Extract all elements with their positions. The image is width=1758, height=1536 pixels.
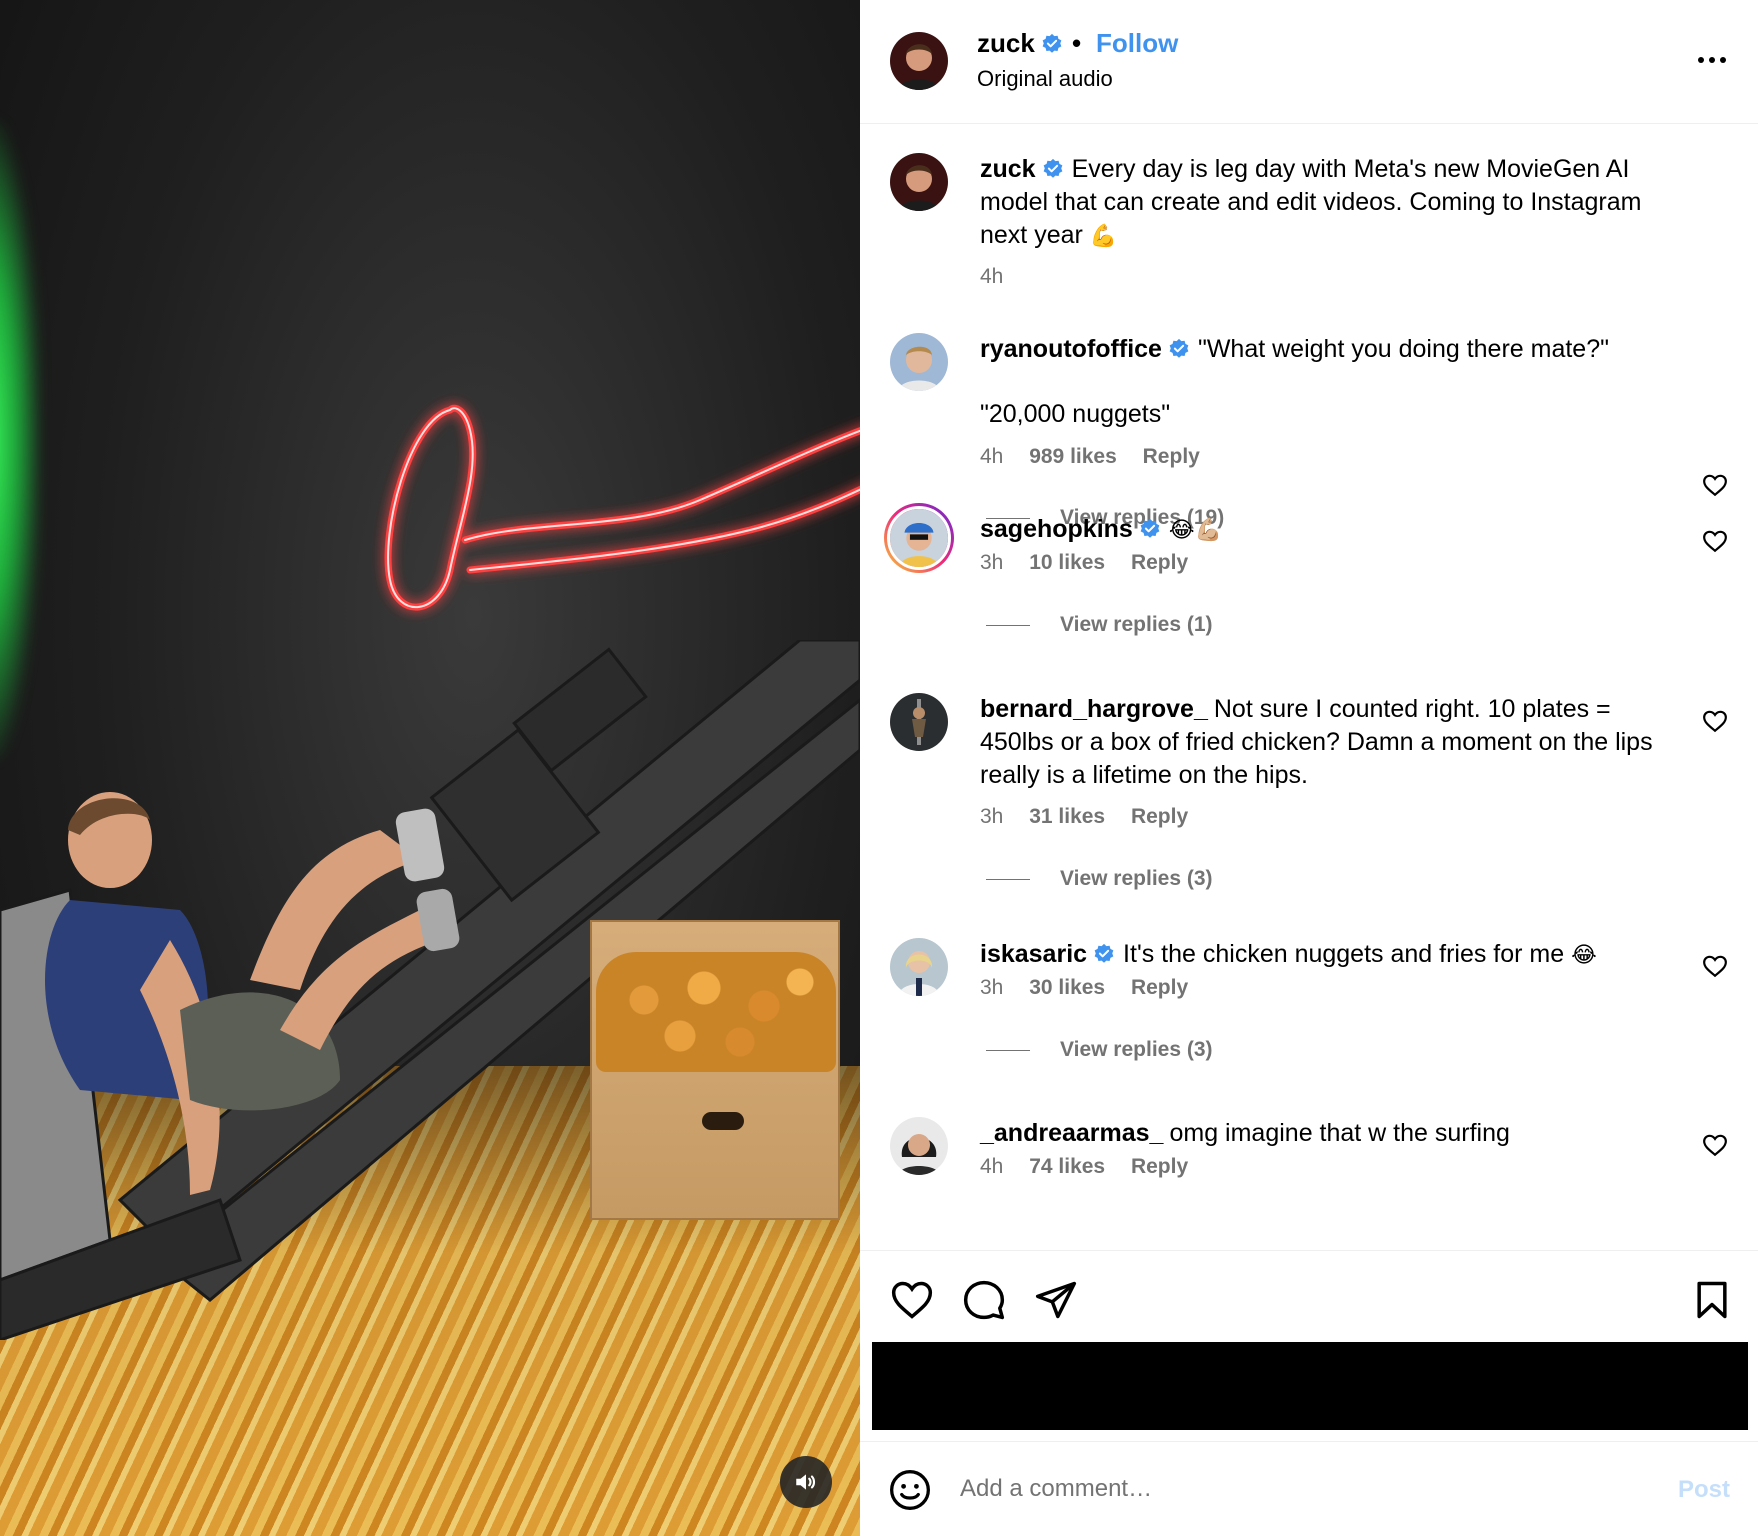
reply-button[interactable]: Reply (1131, 976, 1188, 999)
audio-link[interactable]: Original audio (977, 66, 1113, 92)
comment-text: iskasaric It's the chicken nuggets and fr… (980, 940, 1597, 968)
comment-time: 4h (980, 445, 1004, 468)
comment-likes[interactable]: 989 likes (1029, 445, 1117, 468)
nugget-box (590, 920, 840, 1220)
comment-username[interactable]: bernard_hargrove_ (980, 695, 1208, 723)
author-username-link[interactable]: zuck (977, 28, 1063, 59)
comment-like-heart-icon[interactable] (1702, 1133, 1728, 1157)
view-replies-button[interactable]: View replies (3) (986, 1038, 1213, 1062)
comment-username[interactable]: sagehopkins (980, 515, 1133, 543)
paper-plane-icon[interactable] (1034, 1278, 1078, 1322)
comment-time: 3h (980, 976, 1004, 999)
mute-toggle-button[interactable] (780, 1456, 832, 1508)
comment-avatar[interactable] (890, 938, 948, 996)
comment-meta: 3h 31 likes Reply (980, 805, 1208, 829)
view-replies-button[interactable]: View replies (1) (986, 613, 1213, 637)
comment-meta: 4h 989 likes Reply (980, 445, 1220, 469)
reel-video[interactable] (0, 0, 860, 1536)
heart-icon[interactable] (890, 1278, 934, 1322)
comment-likes[interactable]: 10 likes (1029, 551, 1105, 574)
comment-avatar[interactable] (890, 693, 948, 751)
caption-meta: 4h (980, 265, 1023, 289)
comment-text: bernard_hargrove_ Not sure I counted righ… (980, 695, 1653, 789)
caption-username[interactable]: zuck (980, 155, 1036, 183)
laughing-emoji: 😂 (1571, 943, 1597, 968)
verified-badge-icon (1140, 518, 1160, 538)
smiley-icon[interactable] (888, 1468, 932, 1512)
post-comment-button[interactable]: Post (1678, 1476, 1730, 1504)
speaker-icon (796, 1474, 816, 1490)
comment-text: ryanoutofoffice "What weight you doing th… (980, 335, 1609, 363)
reply-button[interactable]: Reply (1131, 805, 1188, 828)
comment-input[interactable] (960, 1464, 1600, 1514)
post-header: zuck • Follow Original audio (860, 0, 1758, 124)
comment-like-heart-icon[interactable] (1702, 954, 1728, 978)
separator-dot: • (1072, 28, 1082, 58)
comment-avatar[interactable] (890, 333, 948, 391)
comment-meta: 3h 10 likes Reply (980, 551, 1208, 575)
comment-time: 3h (980, 551, 1004, 574)
reply-button[interactable]: Reply (1131, 1155, 1188, 1178)
comment-likes[interactable]: 30 likes (1029, 976, 1105, 999)
comment-likes[interactable]: 31 likes (1029, 805, 1105, 828)
reply-button[interactable]: Reply (1143, 445, 1200, 468)
comment-text: sagehopkins 😂💪🏼 (980, 513, 1680, 547)
author-avatar[interactable] (890, 32, 948, 90)
follow-button[interactable]: Follow (1096, 28, 1178, 59)
verified-badge-icon (1042, 33, 1062, 53)
comment-username[interactable]: ryanoutofoffice (980, 335, 1162, 363)
comment-composer: Post (860, 1441, 1758, 1536)
comment-like-heart-icon[interactable] (1702, 473, 1728, 497)
comment-avatar[interactable] (890, 1117, 948, 1175)
flexed-biceps-emoji: 💪 (1089, 224, 1118, 249)
caption-time: 4h (980, 265, 1004, 288)
neon-leg-sign (384, 404, 860, 611)
story-ring-avatar[interactable] (884, 503, 954, 573)
comments-list[interactable]: zuck Every day is leg day with Meta's new… (860, 125, 1758, 1250)
laughing-flexed-emoji: 😂💪🏼 (1168, 518, 1222, 543)
verified-badge-icon (1043, 158, 1062, 178)
comment-text-line2: "20,000 nuggets" (980, 400, 1171, 428)
post-details-panel: zuck • Follow Original audio zuck Every d… (860, 0, 1758, 1536)
caption-text: zuck Every day is leg day with Meta's new… (980, 153, 1680, 253)
comment-time: 4h (980, 1155, 1004, 1178)
person-on-leg-press (45, 792, 460, 1195)
chicken-nuggets (596, 952, 836, 1072)
verified-badge-icon (1169, 338, 1189, 358)
comment-likes[interactable]: 74 likes (1029, 1155, 1105, 1178)
comment-like-heart-icon[interactable] (1702, 529, 1728, 553)
verified-badge-icon (1094, 943, 1114, 963)
comment-icon[interactable] (962, 1278, 1006, 1322)
comment-text: _andreaarmas_ omg imagine that w the surf… (980, 1119, 1510, 1147)
post-actions-bar (860, 1250, 1758, 1340)
likes-summary-redacted (872, 1342, 1748, 1430)
comment-meta: 4h 74 likes Reply (980, 1155, 1208, 1179)
comment-like-heart-icon[interactable] (1702, 709, 1728, 733)
caption-body: Every day is leg day with Meta's new Mov… (980, 155, 1642, 249)
caption-avatar[interactable] (890, 153, 948, 211)
comment-meta: 3h 30 likes Reply (980, 976, 1208, 1000)
bookmark-icon[interactable] (1690, 1278, 1734, 1322)
comment-username[interactable]: iskasaric (980, 940, 1087, 968)
more-options-icon[interactable] (1692, 42, 1732, 78)
comment-time: 3h (980, 805, 1004, 828)
comment-username[interactable]: _andreaarmas_ (980, 1119, 1163, 1147)
view-replies-button[interactable]: View replies (3) (986, 867, 1213, 891)
reply-button[interactable]: Reply (1131, 551, 1188, 574)
